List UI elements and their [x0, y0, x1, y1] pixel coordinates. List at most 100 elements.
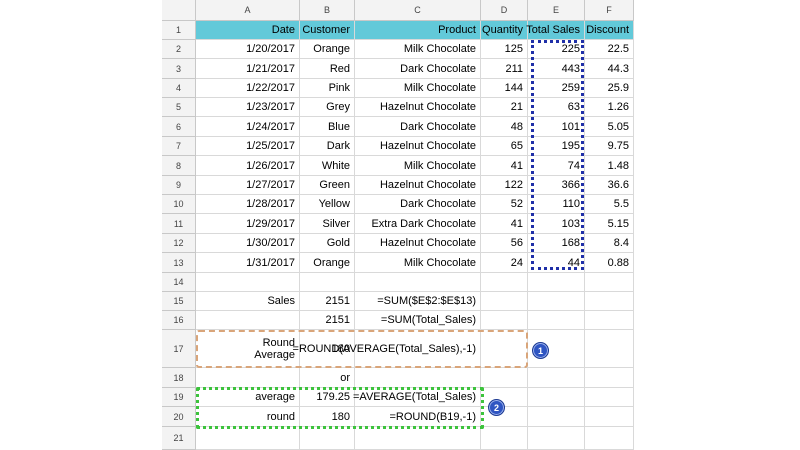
- date-cell[interactable]: 1/26/2017: [196, 156, 300, 176]
- customer-cell[interactable]: White: [300, 156, 355, 176]
- total-sales-cell[interactable]: 103: [528, 214, 585, 234]
- empty-cell[interactable]: [355, 427, 481, 450]
- empty-cell[interactable]: [585, 330, 634, 368]
- row-header-17[interactable]: 17: [162, 330, 196, 368]
- customer-cell[interactable]: Pink: [300, 79, 355, 98]
- product-cell[interactable]: Hazelnut Chocolate: [355, 98, 481, 117]
- empty-cell[interactable]: [585, 388, 634, 407]
- quantity-cell[interactable]: 24: [481, 253, 528, 273]
- total-sales-cell[interactable]: 63: [528, 98, 585, 117]
- product-cell[interactable]: Dark Chocolate: [355, 195, 481, 214]
- column-header-e[interactable]: E: [528, 0, 585, 21]
- column-header-d[interactable]: D: [481, 0, 528, 21]
- header-product[interactable]: Product: [355, 21, 481, 40]
- row-header-12[interactable]: 12: [162, 234, 196, 253]
- row-header-13[interactable]: 13: [162, 253, 196, 273]
- empty-cell[interactable]: [585, 311, 634, 330]
- quantity-cell[interactable]: 125: [481, 40, 528, 59]
- total-sales-cell[interactable]: 225: [528, 40, 585, 59]
- quantity-cell[interactable]: 144: [481, 79, 528, 98]
- date-cell[interactable]: 1/22/2017: [196, 79, 300, 98]
- customer-cell[interactable]: Yellow: [300, 195, 355, 214]
- round-average-formula-cell[interactable]: =ROUND(AVERAGE(Total_Sales),-1): [293, 330, 481, 368]
- sum-range-formula-cell[interactable]: =SUM($E$2:$E$13): [355, 292, 481, 311]
- product-cell[interactable]: Milk Chocolate: [355, 253, 481, 273]
- row-header-1[interactable]: 1: [162, 21, 196, 40]
- product-cell[interactable]: Milk Chocolate: [355, 40, 481, 59]
- quantity-cell[interactable]: 48: [481, 117, 528, 137]
- row-header-19[interactable]: 19: [162, 388, 196, 407]
- sales-value-cell[interactable]: 2151: [300, 292, 355, 311]
- empty-cell[interactable]: [585, 368, 634, 388]
- product-cell[interactable]: Dark Chocolate: [355, 117, 481, 137]
- empty-cell[interactable]: [481, 330, 528, 368]
- discount-cell[interactable]: 44.3: [585, 59, 634, 79]
- average-label-cell[interactable]: average: [196, 388, 300, 407]
- discount-cell[interactable]: 36.6: [585, 176, 634, 195]
- customer-cell[interactable]: Dark: [300, 137, 355, 156]
- empty-cell[interactable]: [481, 273, 528, 292]
- discount-cell[interactable]: 22.5: [585, 40, 634, 59]
- total-sales-cell[interactable]: 366: [528, 176, 585, 195]
- date-cell[interactable]: 1/21/2017: [196, 59, 300, 79]
- date-cell[interactable]: 1/29/2017: [196, 214, 300, 234]
- date-cell[interactable]: 1/23/2017: [196, 98, 300, 117]
- discount-cell[interactable]: 5.05: [585, 117, 634, 137]
- date-cell[interactable]: 1/28/2017: [196, 195, 300, 214]
- sum-named-formula-cell[interactable]: =SUM(Total_Sales): [355, 311, 481, 330]
- row-header-7[interactable]: 7: [162, 137, 196, 156]
- quantity-cell[interactable]: 56: [481, 234, 528, 253]
- average-value-cell[interactable]: 179.25: [300, 388, 355, 407]
- column-header-b[interactable]: B: [300, 0, 355, 21]
- customer-cell[interactable]: Gold: [300, 234, 355, 253]
- total-sales-cell[interactable]: 101: [528, 117, 585, 137]
- total-sales-cell[interactable]: 259: [528, 79, 585, 98]
- quantity-cell[interactable]: 122: [481, 176, 528, 195]
- empty-cell[interactable]: [196, 368, 300, 388]
- row-header-6[interactable]: 6: [162, 117, 196, 137]
- customer-cell[interactable]: Silver: [300, 214, 355, 234]
- date-cell[interactable]: 1/20/2017: [196, 40, 300, 59]
- select-all-corner[interactable]: [162, 0, 196, 21]
- empty-cell[interactable]: [481, 368, 528, 388]
- header-total-sales[interactable]: Total Sales: [526, 21, 585, 40]
- total-sales-cell[interactable]: 168: [528, 234, 585, 253]
- empty-cell[interactable]: [585, 427, 634, 450]
- total-sales-cell[interactable]: 443: [528, 59, 585, 79]
- customer-cell[interactable]: Orange: [300, 253, 355, 273]
- column-header-c[interactable]: C: [355, 0, 481, 21]
- discount-cell[interactable]: 5.5: [585, 195, 634, 214]
- customer-cell[interactable]: Green: [300, 176, 355, 195]
- product-cell[interactable]: Dark Chocolate: [355, 59, 481, 79]
- row-header-20[interactable]: 20: [162, 407, 196, 427]
- date-cell[interactable]: 1/27/2017: [196, 176, 300, 195]
- row-header-18[interactable]: 18: [162, 368, 196, 388]
- date-cell[interactable]: 1/25/2017: [196, 137, 300, 156]
- empty-cell[interactable]: [196, 273, 300, 292]
- row-header-8[interactable]: 8: [162, 156, 196, 176]
- total-sales-cell[interactable]: 195: [528, 137, 585, 156]
- discount-cell[interactable]: 1.48: [585, 156, 634, 176]
- header-quantity[interactable]: Quantity: [481, 21, 528, 40]
- empty-cell[interactable]: [355, 273, 481, 292]
- quantity-cell[interactable]: 52: [481, 195, 528, 214]
- header-discount[interactable]: Discount: [585, 21, 634, 40]
- empty-cell[interactable]: [528, 388, 585, 407]
- empty-cell[interactable]: [528, 368, 585, 388]
- discount-cell[interactable]: 9.75: [585, 137, 634, 156]
- empty-cell[interactable]: [528, 292, 585, 311]
- round-formula-cell[interactable]: =ROUND(B19,-1): [355, 407, 481, 427]
- round-label-cell[interactable]: round: [196, 407, 300, 427]
- discount-cell[interactable]: 1.26: [585, 98, 634, 117]
- empty-cell[interactable]: [585, 407, 634, 427]
- total-sales-cell[interactable]: 74: [528, 156, 585, 176]
- row-header-5[interactable]: 5: [162, 98, 196, 117]
- quantity-cell[interactable]: 211: [481, 59, 528, 79]
- sales-named-value-cell[interactable]: 2151: [300, 311, 355, 330]
- discount-cell[interactable]: 5.15: [585, 214, 634, 234]
- column-header-f[interactable]: F: [585, 0, 634, 21]
- product-cell[interactable]: Extra Dark Chocolate: [355, 214, 481, 234]
- row-header-15[interactable]: 15: [162, 292, 196, 311]
- row-header-11[interactable]: 11: [162, 214, 196, 234]
- empty-cell[interactable]: [481, 292, 528, 311]
